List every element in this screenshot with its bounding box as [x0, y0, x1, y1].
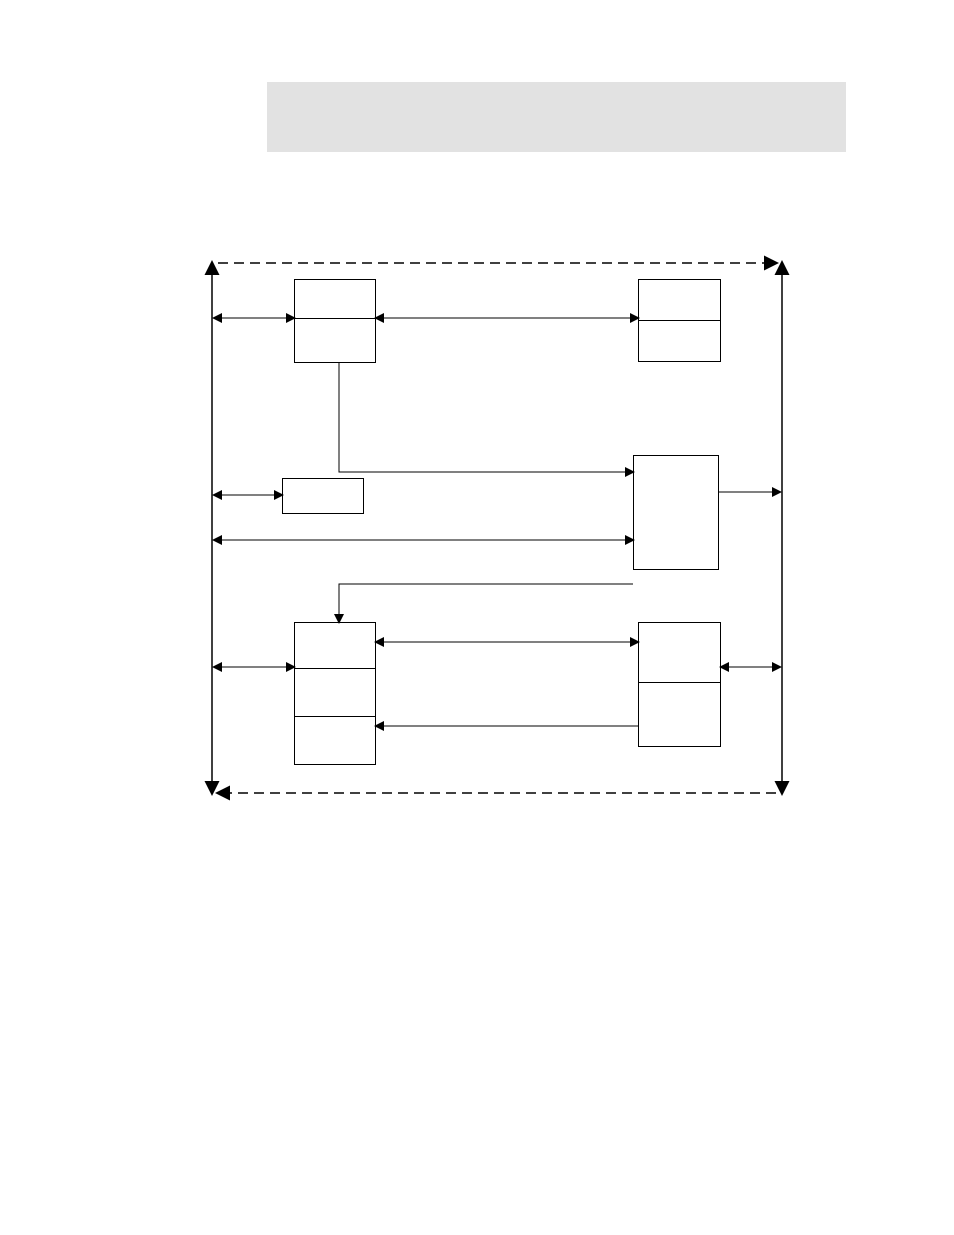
arrows-layer [0, 0, 954, 1235]
arrow-elbow-bot [339, 584, 633, 622]
arrow-elbow-top [339, 362, 633, 472]
